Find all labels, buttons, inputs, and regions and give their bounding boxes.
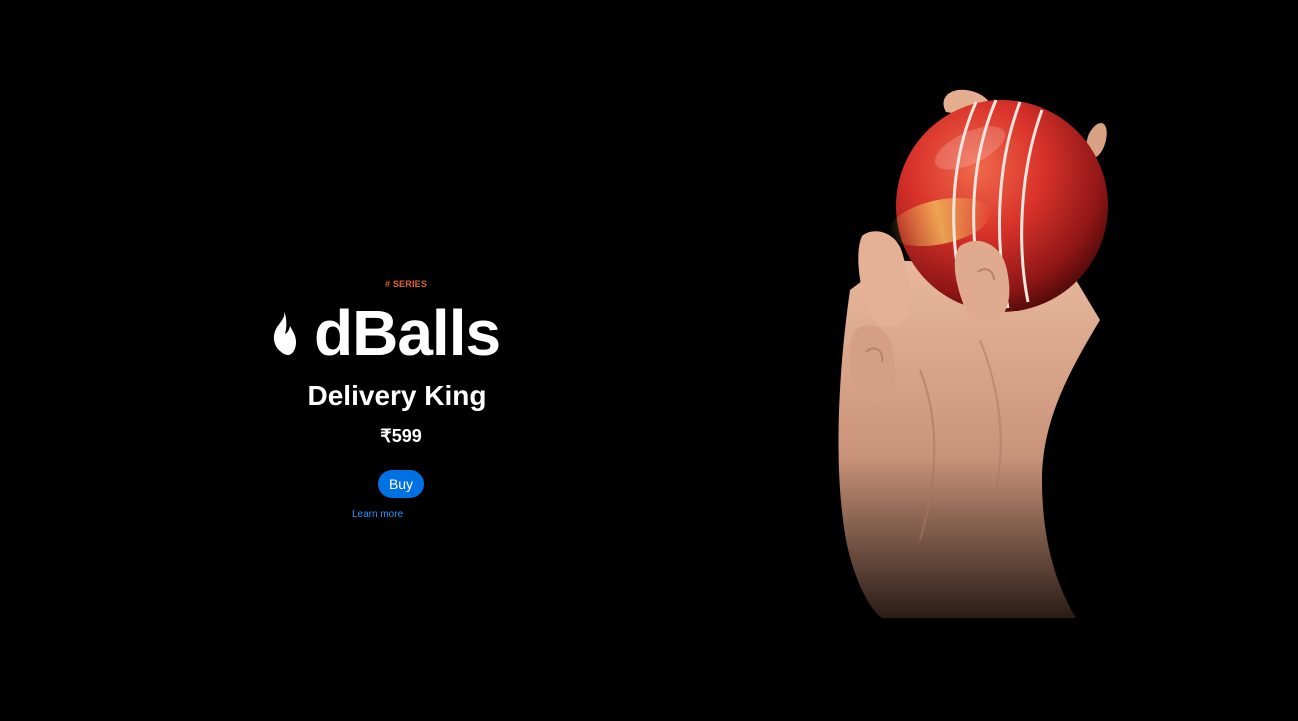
hand-holding-cricket-ball-image bbox=[838, 89, 1108, 618]
product-title: Delivery King bbox=[307, 380, 487, 411]
learn-more-link[interactable]: Learn more bbox=[352, 509, 403, 520]
buy-button[interactable]: Buy bbox=[378, 470, 424, 498]
brand-logo: dBalls bbox=[270, 297, 501, 369]
series-eyebrow: # SERIES bbox=[384, 279, 428, 289]
brand-name: dBalls bbox=[314, 297, 501, 369]
flame-icon bbox=[273, 311, 296, 355]
product-price: ₹599 bbox=[380, 426, 422, 446]
product-hero-page: # SERIES dBalls Delivery King ₹599 Buy L… bbox=[0, 0, 1298, 721]
